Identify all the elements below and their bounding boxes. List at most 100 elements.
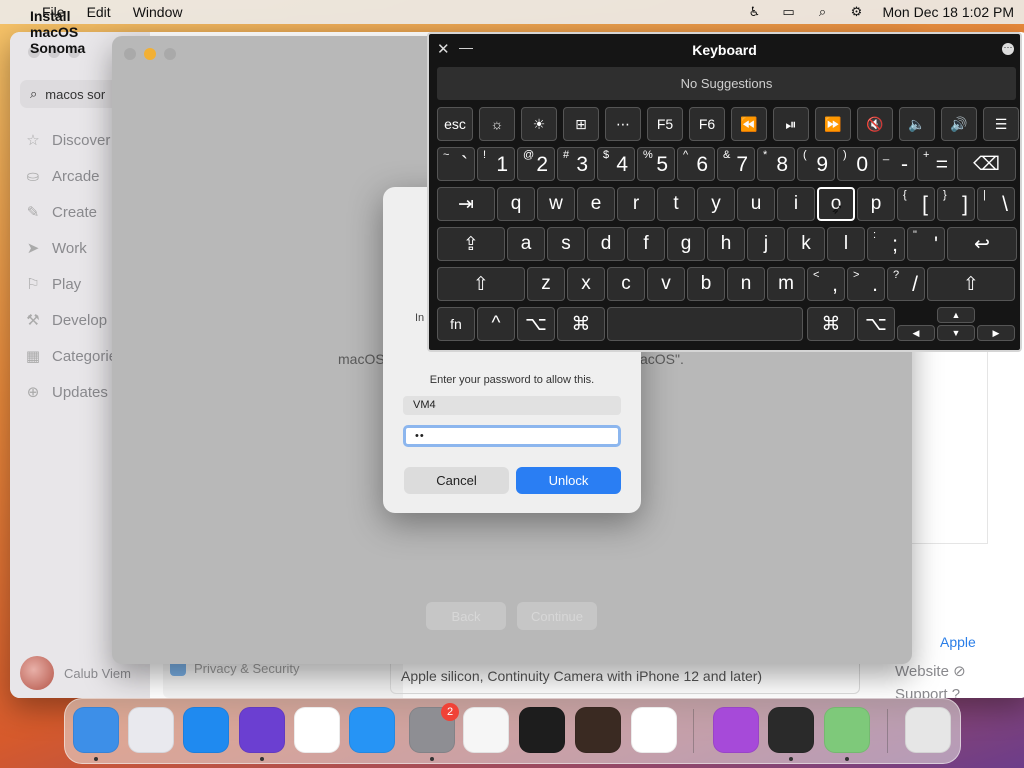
dock-screen-sharing-icon[interactable] bbox=[768, 707, 814, 753]
key-l[interactable]: l bbox=[827, 227, 865, 261]
key-g[interactable]: g bbox=[667, 227, 705, 261]
password-field[interactable]: •• bbox=[403, 425, 621, 447]
key-6[interactable]: ^ 6 bbox=[677, 147, 715, 181]
caps-lock-key[interactable]: ⇪ bbox=[437, 227, 505, 261]
key-r[interactable]: r bbox=[617, 187, 655, 221]
dock-podcasts-icon[interactable] bbox=[713, 707, 759, 753]
right-command-key[interactable]: ⌘ bbox=[807, 307, 855, 341]
dock-textedit-icon[interactable] bbox=[463, 707, 509, 753]
key-3[interactable]: #3 bbox=[557, 147, 595, 181]
key-=[interactable]: + = bbox=[917, 147, 955, 181]
zoom-window-icon[interactable] bbox=[164, 48, 176, 60]
cancel-button[interactable]: Cancel bbox=[404, 467, 509, 494]
key-9[interactable]: (9 bbox=[797, 147, 835, 181]
more-options-icon[interactable]: ··· bbox=[1002, 43, 1014, 55]
key-q[interactable]: q bbox=[497, 187, 535, 221]
key-x[interactable]: x bbox=[567, 267, 605, 301]
right-shift-key[interactable]: ⇧ bbox=[927, 267, 1015, 301]
mute-key[interactable]: 🔇 bbox=[857, 107, 893, 141]
menubar-clock[interactable]: Mon Dec 18 1:02 PM bbox=[882, 4, 1014, 20]
volume-up-key[interactable]: 🔊 bbox=[941, 107, 977, 141]
key-d[interactable]: d bbox=[587, 227, 625, 261]
key-7[interactable]: & 7 bbox=[717, 147, 755, 181]
key-period[interactable]: >. bbox=[847, 267, 885, 301]
dock-finder-icon[interactable] bbox=[73, 707, 119, 753]
mission-control-key[interactable]: ⊞ bbox=[563, 107, 599, 141]
key-semicolon[interactable]: :; bbox=[867, 227, 905, 261]
menu-key[interactable]: ☰ bbox=[983, 107, 1019, 141]
key-p[interactable]: p bbox=[857, 187, 895, 221]
key-w[interactable]: w bbox=[537, 187, 575, 221]
key-k[interactable]: k bbox=[787, 227, 825, 261]
username-field[interactable]: VM4 bbox=[403, 396, 621, 415]
key-1[interactable]: ! 1 bbox=[477, 147, 515, 181]
key-m[interactable]: m bbox=[767, 267, 805, 301]
continue-button[interactable]: Continue bbox=[517, 602, 597, 630]
brightness-down-key[interactable]: ☼ bbox=[479, 107, 515, 141]
dock-firefox-icon[interactable] bbox=[239, 707, 285, 753]
left-shift-key[interactable]: ⇧ bbox=[437, 267, 525, 301]
dock-trash-icon[interactable] bbox=[905, 707, 951, 753]
spotlight-search-icon[interactable]: ⌕ bbox=[814, 4, 830, 19]
app-menu[interactable]: Install macOS Sonoma bbox=[30, 8, 85, 56]
key-y[interactable]: y bbox=[697, 187, 735, 221]
dock-launchpad-icon[interactable] bbox=[128, 707, 174, 753]
key-quote[interactable]: " ' bbox=[907, 227, 945, 261]
key-slash[interactable]: ? / bbox=[887, 267, 925, 301]
fast-forward-key[interactable]: ⏩ bbox=[815, 107, 851, 141]
key-c[interactable]: c bbox=[607, 267, 645, 301]
key-z[interactable]: z bbox=[527, 267, 565, 301]
key-0[interactable]: ) 0 bbox=[837, 147, 875, 181]
control-key[interactable]: ^ bbox=[477, 307, 515, 341]
key-comma[interactable]: <, bbox=[807, 267, 845, 301]
key-2[interactable]: @2 bbox=[517, 147, 555, 181]
key-n[interactable]: n bbox=[727, 267, 765, 301]
dock-vs-code-icon[interactable] bbox=[631, 707, 677, 753]
f5-key[interactable]: F5 bbox=[647, 107, 683, 141]
key-8[interactable]: * 8 bbox=[757, 147, 795, 181]
brightness-up-key[interactable]: ☀ bbox=[521, 107, 557, 141]
support-link[interactable]: Support ? bbox=[895, 686, 960, 698]
fn-key[interactable]: fn bbox=[437, 307, 475, 341]
left-command-key[interactable]: ⌘ bbox=[557, 307, 605, 341]
launchpad-key[interactable]: ⋯ bbox=[605, 107, 641, 141]
dock-terminal-icon[interactable] bbox=[519, 707, 565, 753]
key-e[interactable]: e bbox=[577, 187, 615, 221]
key-v[interactable]: v bbox=[647, 267, 685, 301]
play-pause-key[interactable]: ⏯ bbox=[773, 107, 809, 141]
key--[interactable]: _ - bbox=[877, 147, 915, 181]
screen-mirroring-icon[interactable]: ▭ bbox=[780, 4, 796, 19]
arrow-right-key[interactable]: ▶ bbox=[977, 325, 1015, 341]
menu-window[interactable]: Window bbox=[133, 4, 183, 20]
developer-link[interactable]: Apple bbox=[940, 634, 976, 650]
dock-app-store-icon[interactable] bbox=[349, 707, 395, 753]
right-option-key[interactable]: ⌥ bbox=[857, 307, 895, 341]
control-center-icon[interactable]: ⚙ bbox=[848, 4, 864, 19]
arrow-up-key[interactable]: ▲ bbox=[937, 307, 975, 323]
key-b[interactable]: b bbox=[687, 267, 725, 301]
dock-install-macos-icon[interactable] bbox=[824, 707, 870, 753]
key-u[interactable]: u bbox=[737, 187, 775, 221]
key-`[interactable]: ~ ` bbox=[437, 147, 475, 181]
unlock-button[interactable]: Unlock bbox=[516, 467, 621, 494]
website-link[interactable]: Website ⊘ bbox=[895, 662, 966, 680]
key-h[interactable]: h bbox=[707, 227, 745, 261]
key-backslash[interactable]: | \ bbox=[977, 187, 1015, 221]
left-option-key[interactable]: ⌥ bbox=[517, 307, 555, 341]
dock-chrome-icon[interactable] bbox=[294, 707, 340, 753]
key-j[interactable]: j bbox=[747, 227, 785, 261]
delete-key[interactable]: ⌫ bbox=[957, 147, 1016, 181]
key-a[interactable]: a bbox=[507, 227, 545, 261]
minimize-window-icon[interactable] bbox=[144, 48, 156, 60]
key-5[interactable]: % 5 bbox=[637, 147, 675, 181]
rewind-key[interactable]: ⏪ bbox=[731, 107, 767, 141]
key-[[interactable]: {[ bbox=[897, 187, 935, 221]
key-i[interactable]: i bbox=[777, 187, 815, 221]
back-button[interactable]: Back bbox=[426, 602, 506, 630]
close-window-icon[interactable] bbox=[124, 48, 136, 60]
escape-key[interactable]: esc bbox=[437, 107, 473, 141]
menu-edit[interactable]: Edit bbox=[87, 4, 111, 20]
key-][interactable]: }] bbox=[937, 187, 975, 221]
space-key[interactable] bbox=[607, 307, 803, 341]
volume-down-key[interactable]: 🔈 bbox=[899, 107, 935, 141]
